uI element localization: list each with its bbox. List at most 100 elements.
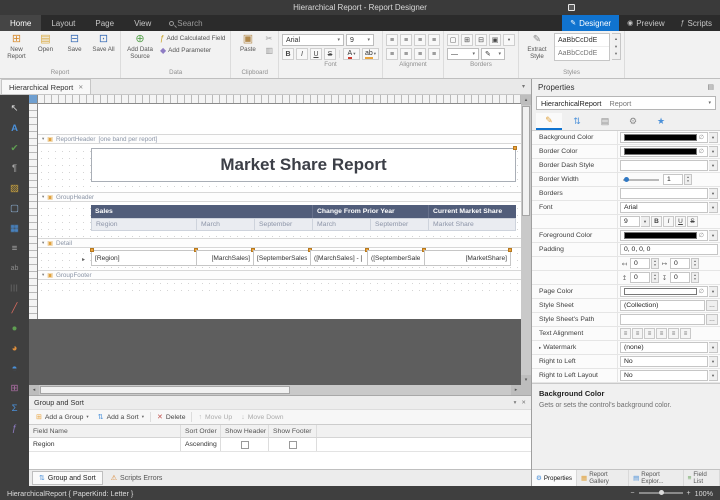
padding-value[interactable]: 0, 0, 0, 0 — [620, 244, 718, 255]
font-size-editor[interactable]: 9 — [620, 216, 640, 227]
spinner[interactable]: ▴ ▾ — [651, 258, 659, 269]
tab-overflow-icon[interactable]: ▾ — [522, 83, 525, 90]
bold-toggle[interactable]: B — [651, 216, 662, 227]
chevron-down-icon[interactable]: ▾ — [709, 230, 718, 241]
scrollbar-thumb[interactable] — [522, 106, 530, 216]
spinner[interactable]: ▴ ▾ — [691, 272, 699, 283]
table-cell-change[interactable]: Change From Prior Year — [313, 205, 429, 218]
chevron-down-icon[interactable]: ▾ — [709, 160, 718, 171]
collapse-icon[interactable]: ▾ — [42, 194, 44, 200]
style-sheet-value[interactable]: (Collection) — [620, 300, 705, 311]
align-top-center-button[interactable]: ≡ — [632, 328, 643, 339]
border-dash-style-editor[interactable] — [620, 160, 708, 171]
chevron-down-icon[interactable]: ▾ — [709, 356, 718, 367]
underline-button[interactable]: U — [310, 48, 322, 60]
padding-right-editor[interactable]: 0 — [670, 258, 690, 269]
collapse-icon[interactable]: ▾ — [42, 136, 44, 142]
field-name-cell[interactable]: Region — [29, 438, 181, 451]
gallery-scrollbar[interactable]: ▴ ▾ ▾ — [612, 33, 621, 60]
tab-appearance-icon[interactable]: ✎ — [536, 113, 562, 130]
report-title-label[interactable]: Market Share Report — [91, 148, 516, 182]
font-family-combo[interactable]: Arial ▾ — [282, 34, 344, 46]
panel-tool-icon[interactable]: ▢ — [0, 198, 29, 218]
detail-cell-march-sales[interactable]: [MarchSales] — [196, 250, 254, 266]
font-size-combo[interactable]: 9 ▾ — [346, 34, 374, 46]
design-surface[interactable]: ▾ ▣ ReportHeader [one band per report] M… — [29, 95, 531, 395]
italic-button[interactable]: I — [296, 48, 308, 60]
show-header-checkbox[interactable] — [241, 441, 249, 449]
band-caption-groupheader[interactable]: ▾ ▣ GroupHeader — [38, 192, 521, 202]
collapse-icon[interactable]: ▾ — [42, 240, 44, 246]
align-top-left-button[interactable]: ≡ — [620, 328, 631, 339]
tab-report-gallery[interactable]: ▦ Report Gallery — [577, 470, 629, 486]
show-footer-cell[interactable] — [269, 438, 317, 451]
align-top-button[interactable]: ≡ — [386, 34, 398, 46]
border-width-value[interactable]: 1 — [663, 174, 683, 185]
group-header-table[interactable]: Sales Change From Prior Year Current Mar… — [91, 205, 516, 231]
close-icon[interactable]: ✕ — [78, 84, 83, 91]
save-all-button[interactable]: ⊡ Save All — [90, 33, 117, 53]
padding-left-editor[interactable]: 0 — [630, 258, 650, 269]
table-cell-region[interactable]: Region — [91, 218, 197, 231]
tab-report-explorer[interactable]: ▤ Report Explor... — [629, 470, 684, 486]
pointer-icon[interactable]: ↖ — [0, 98, 29, 118]
page-info-tool-icon[interactable]: Σ — [0, 398, 29, 418]
border-none-button[interactable]: ▢ — [447, 34, 459, 46]
strikethrough-button[interactable]: S — [324, 48, 336, 60]
ribbon-tab-layout[interactable]: Layout — [41, 15, 85, 31]
chart-tool-icon[interactable]: ◕ — [0, 338, 29, 358]
style-gallery-item[interactable]: AaBbCcDdE — [555, 47, 609, 60]
chevron-down-icon[interactable]: ▾ — [709, 146, 718, 157]
cut-button[interactable]: ✂ — [263, 33, 275, 44]
column-header-show-footer[interactable]: Show Footer — [269, 425, 317, 437]
padding-top-editor[interactable]: 0 — [630, 272, 650, 283]
border-width-slider[interactable] — [623, 179, 659, 181]
close-icon[interactable]: ✕ — [521, 400, 526, 406]
horizontal-scrollbar[interactable]: ◂ ▸ — [29, 385, 521, 395]
column-header-field-name[interactable]: Field Name — [29, 425, 181, 437]
add-parameter-button[interactable]: ◆ Add Parameter — [158, 45, 227, 56]
scroll-right-icon[interactable]: ▸ — [511, 385, 521, 395]
scroll-down-icon[interactable]: ▾ — [615, 44, 617, 50]
chevron-down-icon[interactable]: ▾ — [709, 132, 718, 143]
zoom-slider-thumb[interactable] — [659, 490, 664, 495]
zoom-in-icon[interactable]: + — [687, 490, 691, 497]
scroll-down-icon[interactable]: ▾ — [521, 375, 531, 385]
detail-cell-september-change[interactable]: ([SeptemberSale — [367, 250, 425, 266]
border-more-button[interactable]: ▾ — [503, 34, 515, 46]
chevron-down-icon[interactable]: ▾ — [641, 216, 650, 227]
zoom-out-icon[interactable]: − — [630, 490, 634, 497]
table-of-contents-tool-icon[interactable]: ≡ — [0, 238, 29, 258]
collapse-icon[interactable]: ▾ — [42, 272, 44, 278]
report-page[interactable]: ▾ ▣ ReportHeader [one band per report] M… — [38, 104, 521, 319]
rich-text-tool-icon[interactable]: ¶ — [0, 158, 29, 178]
subreport-tool-icon[interactable]: ƒ — [0, 418, 29, 438]
sort-order-cell[interactable]: Ascending — [181, 438, 221, 451]
ellipsis-button[interactable]: … — [706, 314, 718, 325]
right-to-left-value[interactable]: No — [620, 356, 708, 367]
tab-favorites-icon[interactable]: ★ — [648, 113, 674, 130]
table-cell-market-share[interactable]: Current Market Share — [429, 205, 516, 218]
tab-layout-icon[interactable]: ▤ — [592, 113, 618, 130]
align-right-button[interactable]: ≡ — [414, 48, 426, 60]
spinner[interactable]: ▴ ▾ — [684, 174, 692, 185]
label-tool-icon[interactable]: A — [0, 118, 29, 138]
align-middle-left-button[interactable]: ≡ — [656, 328, 667, 339]
band-caption-detail[interactable]: ▾ ▣ Detail — [38, 238, 521, 248]
column-header-show-header[interactable]: Show Header — [221, 425, 269, 437]
border-line-style-combo[interactable]: — ▾ — [447, 48, 479, 60]
checkbox-tool-icon[interactable]: ✔ — [0, 138, 29, 158]
designer-button[interactable]: ✎ Designer — [562, 15, 619, 31]
scroll-left-icon[interactable]: ◂ — [29, 385, 39, 395]
new-report-button[interactable]: ⊞ New Report — [3, 33, 30, 60]
group-row[interactable]: Region Ascending — [29, 438, 531, 452]
extract-style-button[interactable]: ✎ Extract Style — [522, 33, 552, 60]
expand-icon[interactable]: ▸ — [539, 345, 541, 351]
pin-icon[interactable]: ▾ — [514, 400, 517, 406]
detail-cell-september-sales[interactable]: [SeptemberSales] — [253, 250, 311, 266]
align-bottom-button[interactable]: ≡ — [414, 34, 426, 46]
table-cell-sales[interactable]: Sales — [91, 205, 313, 218]
page-color-editor[interactable]: ∅ — [620, 286, 708, 297]
tab-scripts-errors[interactable]: ⚠ Scripts Errors — [105, 471, 169, 485]
detail-cell-region[interactable]: [Region] — [91, 250, 197, 266]
